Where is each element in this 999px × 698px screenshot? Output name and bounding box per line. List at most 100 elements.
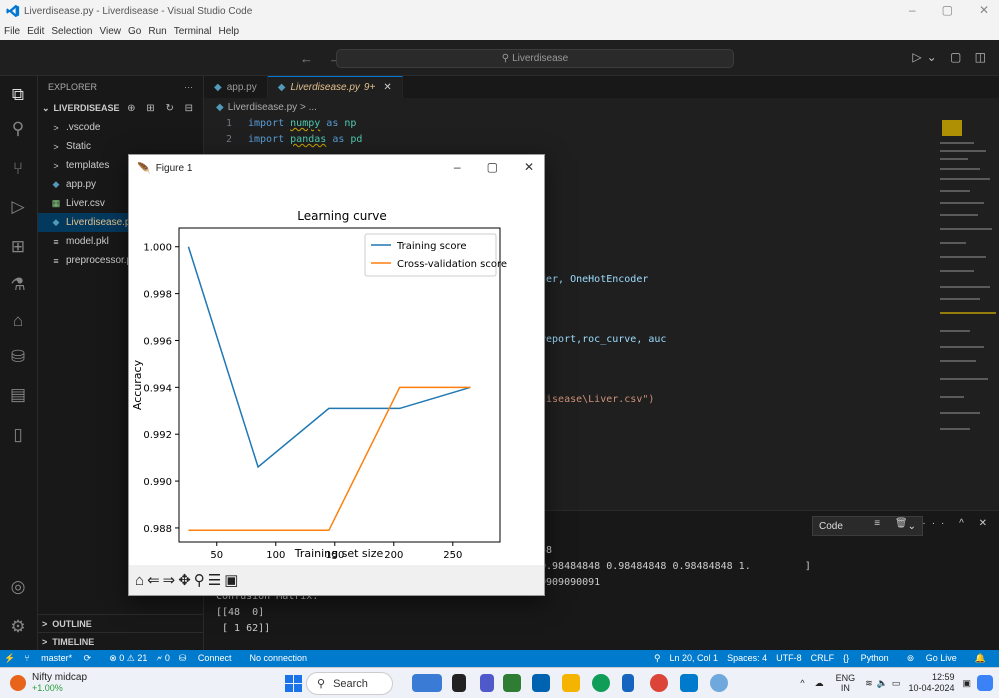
encoding[interactable]: UTF-8 xyxy=(776,653,802,664)
command-center-text: Liverdisease xyxy=(512,53,569,64)
language-mode[interactable]: {} Python xyxy=(843,653,898,664)
menu-selection[interactable]: Selection xyxy=(51,26,92,37)
line-ending[interactable]: CRLF xyxy=(811,653,835,664)
project-folder[interactable]: ⌄ LIVERDISEASE ⊕ ⊞ ↻ ⊟ xyxy=(38,98,203,118)
teams-app-icon[interactable] xyxy=(480,674,494,692)
go-live-button[interactable]: ⊚ Go Live xyxy=(907,653,966,664)
run-layout-icons[interactable]: ▷⌄ ▢ ◫ xyxy=(912,50,991,64)
csv-file-icon: ▦ xyxy=(51,198,61,208)
tree-item-label: Liverdisease.py xyxy=(66,217,136,228)
configure-subplots-icon[interactable]: ☰ xyxy=(208,571,221,589)
minimap[interactable] xyxy=(934,98,999,510)
go-live-label: Go Live xyxy=(925,653,957,663)
clock-time: 12:59 xyxy=(931,672,955,682)
close-tab-icon[interactable]: ✕ xyxy=(383,82,391,93)
forward-icon[interactable]: ⇒ xyxy=(163,571,176,589)
widgets-app-icon[interactable] xyxy=(412,674,442,692)
cursor-position[interactable]: Ln 20, Col 1 xyxy=(670,653,719,664)
app-icon[interactable] xyxy=(503,674,521,692)
stock-widget[interactable]: Nifty midcap +1.00% xyxy=(10,672,87,693)
chevron-right-icon: > xyxy=(42,636,48,647)
terminal-app-icon[interactable] xyxy=(452,674,466,692)
timeline-section[interactable]: > TIMELINE xyxy=(38,632,204,650)
document-icon[interactable]: ▯ xyxy=(7,424,29,446)
figure-canvas[interactable]: Learning curve 0.988 0.990 0.992 0.994 0.996… xyxy=(129,181,544,565)
menu-help[interactable]: Help xyxy=(219,26,240,37)
branch-label: master* xyxy=(41,653,73,663)
ports-count[interactable]: 🗲 0 xyxy=(156,653,170,664)
explorer-icon[interactable]: ⧉ xyxy=(7,84,29,106)
y-tick-label: 1.000 xyxy=(143,243,172,254)
notification-center-icon[interactable]: ▣ xyxy=(962,678,971,689)
search-icon: ⚲ xyxy=(317,678,326,690)
outline-section[interactable]: > OUTLINE xyxy=(38,614,204,632)
explorer-more-button[interactable]: ··· xyxy=(184,82,193,92)
source-control-icon[interactable]: ⑂ xyxy=(7,158,29,180)
figure-close-button[interactable]: ✕ xyxy=(524,160,534,174)
remote-icon[interactable]: ⌂ xyxy=(7,310,29,332)
menu-go[interactable]: Go xyxy=(128,26,141,37)
tab-app-py[interactable]: ◆ app.py xyxy=(204,76,268,98)
pages-icon[interactable]: ▤ xyxy=(7,384,29,406)
indentation[interactable]: Spaces: 4 xyxy=(727,653,767,664)
search-view-icon[interactable]: ⚲ xyxy=(7,118,29,140)
clock[interactable]: 12:59 10-04-2024 xyxy=(908,672,954,694)
panel-actions-icons[interactable]: ≡ 🗑 ··· ^ ✕ xyxy=(874,518,993,529)
no-connection-label[interactable]: No connection xyxy=(249,653,307,664)
battery-icon[interactable]: ▭ xyxy=(892,678,901,689)
tree-item-vscode[interactable]: > .vscode xyxy=(38,118,203,137)
back-icon[interactable]: ⇐ xyxy=(147,571,160,589)
branch-item[interactable]: ⑂ master* ⟳ xyxy=(24,653,100,664)
tab-liverdisease-py[interactable]: ◆ Liverdisease.py 9+ ✕ xyxy=(267,76,403,98)
save-icon[interactable]: ▣ xyxy=(224,571,238,589)
python-figure-app-icon[interactable] xyxy=(710,674,728,692)
menu-run[interactable]: Run xyxy=(148,26,166,37)
file-explorer-icon[interactable] xyxy=(562,674,580,692)
extensions-icon[interactable]: ⊞ xyxy=(7,236,29,258)
copilot-icon[interactable] xyxy=(977,675,993,691)
volume-icon[interactable]: 🔈 xyxy=(877,678,888,689)
notifications-bell-icon[interactable]: 🔔 xyxy=(975,653,986,664)
notepad-app-icon[interactable] xyxy=(622,674,634,692)
pan-icon[interactable]: ✥ xyxy=(178,571,191,589)
testing-icon[interactable]: ⚗ xyxy=(7,274,29,296)
chevron-right-icon: > xyxy=(53,141,59,152)
taskbar-search[interactable]: ⚲ Search xyxy=(306,672,393,695)
home-icon[interactable]: ⌂ xyxy=(135,572,144,589)
onedrive-icon[interactable]: ☁ xyxy=(815,678,824,689)
tray-overflow-icon[interactable]: ^ xyxy=(800,678,804,688)
account-icon[interactable]: ◎ xyxy=(7,576,29,598)
settings-gear-icon[interactable]: ⚙ xyxy=(7,616,29,638)
output-channel-value: Code xyxy=(819,520,843,532)
edge-browser-icon[interactable] xyxy=(592,674,610,692)
chrome-browser-icon[interactable] xyxy=(650,674,668,692)
chevron-right-icon: > xyxy=(53,160,59,171)
problems-count[interactable]: ⊗ 0 ⚠ 21 xyxy=(109,653,147,664)
database-icon[interactable]: ⛁ xyxy=(7,346,29,368)
matplotlib-figure-window: 🪶 Figure 1 – ▢ ✕ Learning curve 0.988 0.9… xyxy=(128,154,545,596)
store-app-icon[interactable] xyxy=(532,674,550,692)
minimize-button[interactable]: – xyxy=(909,3,916,17)
braces-icon: {} xyxy=(843,653,850,663)
run-debug-icon[interactable]: ▷ xyxy=(7,196,29,218)
close-button[interactable]: ✕ xyxy=(979,3,989,17)
figure-toolbar: ⌂ ⇐ ⇒ ✥ ⚲ ☰ ▣ xyxy=(129,565,544,595)
menu-edit[interactable]: Edit xyxy=(27,26,44,37)
vscode-app-icon[interactable] xyxy=(680,674,698,692)
zoom-icon[interactable]: ⚲ xyxy=(194,571,205,589)
command-center-search[interactable]: ⚲ Liverdisease xyxy=(336,49,734,68)
language-indicator[interactable]: ENG IN xyxy=(836,673,856,693)
wifi-icon[interactable]: ≋ xyxy=(865,678,873,689)
connect-item[interactable]: ⛁ Connect xyxy=(179,653,241,664)
zoom-icon[interactable]: ⚲ xyxy=(654,653,661,664)
windows-start-icon[interactable] xyxy=(285,675,302,692)
remote-indicator-icon[interactable]: ⚡ xyxy=(4,653,15,664)
figure-maximize-button[interactable]: ▢ xyxy=(487,160,498,174)
figure-minimize-button[interactable]: – xyxy=(454,160,461,174)
menu-file[interactable]: File xyxy=(4,26,20,37)
timeline-label: TIMELINE xyxy=(52,636,95,647)
menu-view[interactable]: View xyxy=(100,26,122,37)
explorer-actions-icons[interactable]: ⊕ ⊞ ↻ ⊟ xyxy=(127,103,197,114)
menu-terminal[interactable]: Terminal xyxy=(174,26,212,37)
maximize-button[interactable]: ▢ xyxy=(942,3,953,17)
